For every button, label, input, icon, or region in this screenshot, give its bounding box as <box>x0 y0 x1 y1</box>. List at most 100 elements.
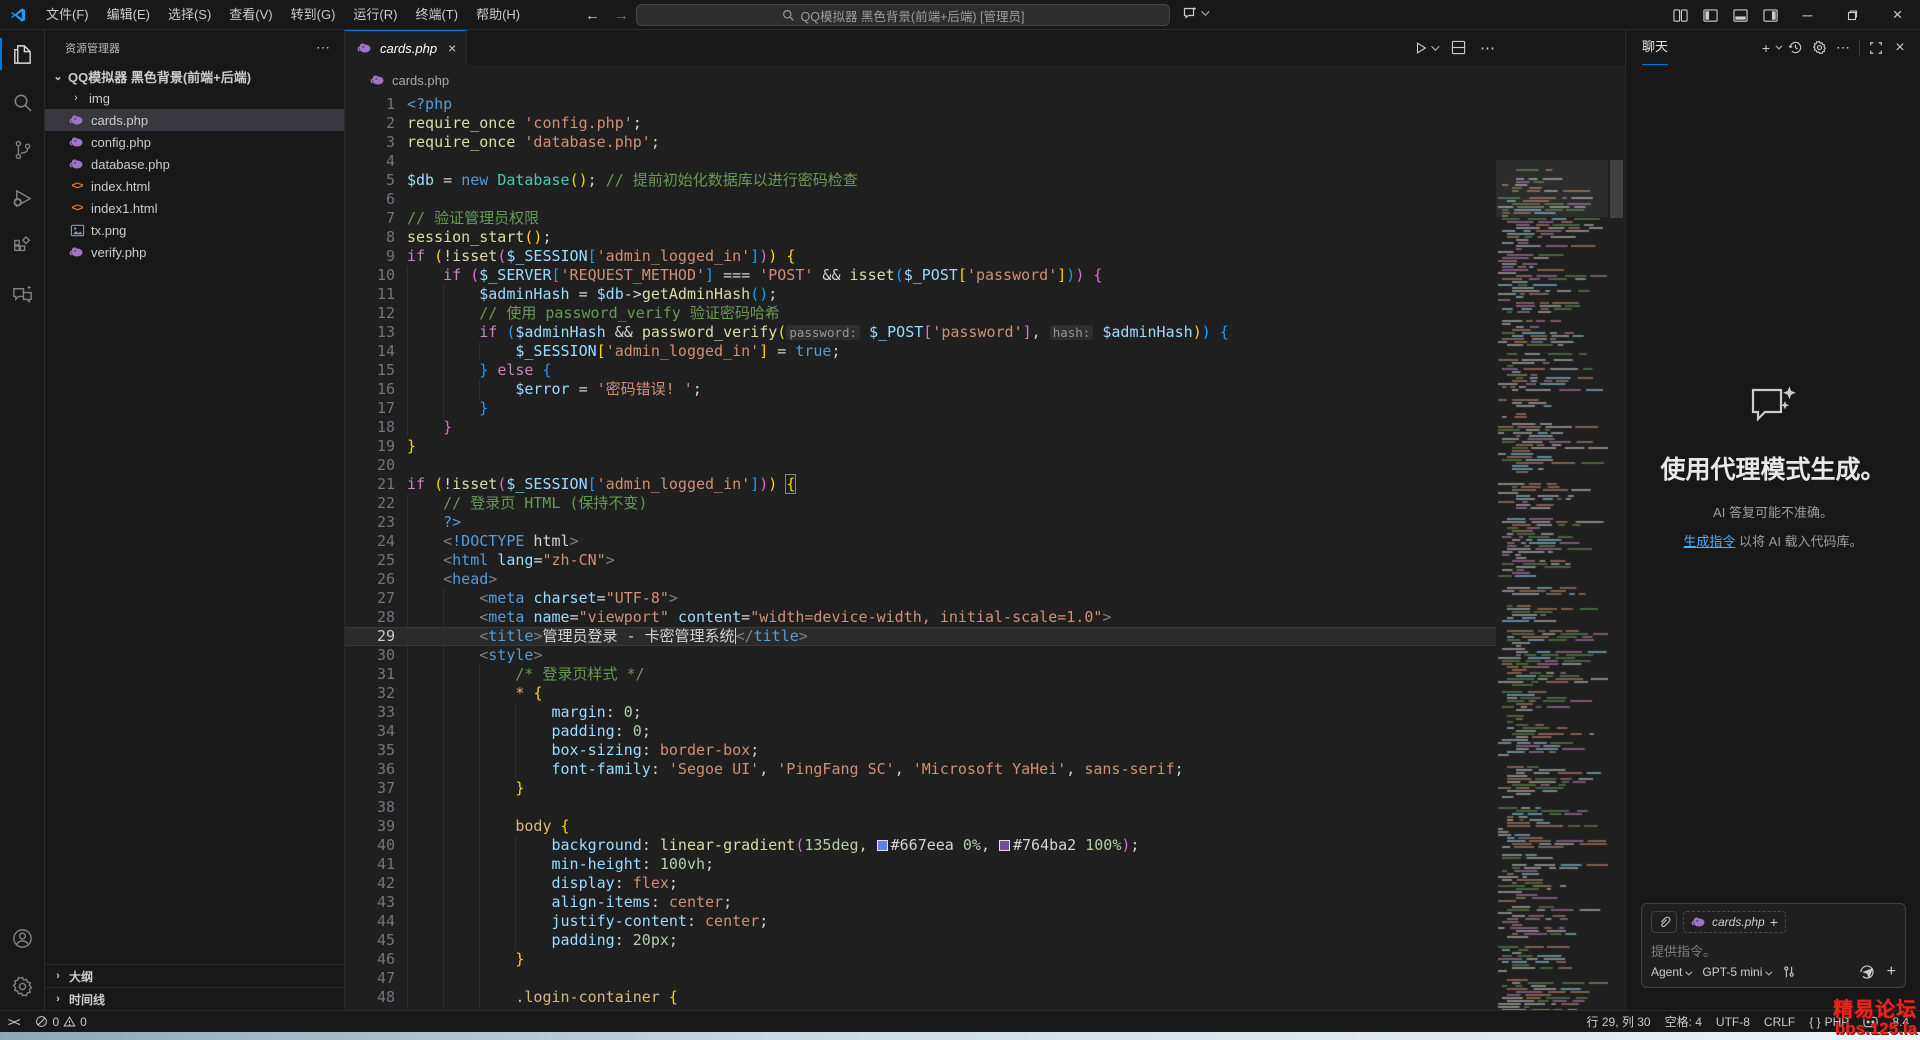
code-line[interactable]: 28 <meta name="viewport" content="width=… <box>345 608 1496 627</box>
accounts-icon[interactable] <box>0 914 45 962</box>
context-chip-cards-php[interactable]: cards.php + <box>1683 911 1786 933</box>
close-window-button[interactable]: × <box>1875 0 1920 30</box>
code-line[interactable]: 18 } <box>345 418 1496 437</box>
search-icon[interactable] <box>0 78 45 126</box>
toggle-secondary-sidebar-icon[interactable] <box>1755 0 1785 30</box>
code-line[interactable]: 2require_once 'config.php'; <box>345 114 1496 133</box>
split-editor-icon[interactable] <box>1451 40 1466 55</box>
code-line[interactable]: 19} <box>345 437 1496 456</box>
line-number[interactable]: 41 <box>345 855 395 874</box>
line-number[interactable]: 37 <box>345 779 395 798</box>
code-line[interactable]: 25 <html lang="zh-CN"> <box>345 551 1496 570</box>
file-item-index1-html[interactable]: <>index1.html <box>45 197 344 219</box>
chat-more-icon[interactable]: ⋯ <box>1831 36 1855 60</box>
menu-item[interactable]: 终端(T) <box>406 0 467 30</box>
code-line[interactable]: 41 min-height: 100vh; <box>345 855 1496 874</box>
code-line[interactable]: 44 justify-content: center; <box>345 912 1496 931</box>
editor-scrollbar[interactable] <box>1608 160 1625 1010</box>
code-line[interactable]: 7// 验证管理员权限 <box>345 209 1496 228</box>
line-number[interactable]: 17 <box>345 399 395 418</box>
code-line[interactable]: 32 * { <box>345 684 1496 703</box>
indentation[interactable]: 空格: 4 <box>1658 1011 1709 1033</box>
line-number[interactable]: 6 <box>345 190 395 209</box>
code-line[interactable]: 26 <head> <box>345 570 1496 589</box>
command-center-search[interactable]: QQ模拟器 黑色背景(前端+后端) [管理员] <box>636 4 1170 26</box>
line-number[interactable]: 4 <box>345 152 395 171</box>
line-number[interactable]: 42 <box>345 874 395 893</box>
line-number[interactable]: 11 <box>345 285 395 304</box>
line-number[interactable]: 22 <box>345 494 395 513</box>
toggle-primary-sidebar-icon[interactable] <box>1695 0 1725 30</box>
run-debug-icon[interactable] <box>0 174 45 222</box>
outline-section[interactable]: › 大纲 <box>45 964 344 987</box>
code-line[interactable]: 20 <box>345 456 1496 475</box>
chat-icon[interactable] <box>0 270 45 318</box>
remote-indicator-icon[interactable]: >< <box>0 1011 28 1033</box>
menu-item[interactable]: 编辑(E) <box>98 0 159 30</box>
file-item-config-php[interactable]: config.php <box>45 131 344 153</box>
line-number[interactable]: 13 <box>345 323 395 342</box>
code-line[interactable]: 33 margin: 0; <box>345 703 1496 722</box>
code-line[interactable]: 15 } else { <box>345 361 1496 380</box>
line-number[interactable]: 7 <box>345 209 395 228</box>
send-button[interactable] <box>1859 964 1875 980</box>
code-editor[interactable]: 1<?php2require_once 'config.php';3requir… <box>345 95 1625 1010</box>
code-line[interactable]: 38 <box>345 798 1496 817</box>
breadcrumb[interactable]: cards.php <box>345 65 1625 95</box>
code-line[interactable]: 30 <style> <box>345 646 1496 665</box>
menu-item[interactable]: 帮助(H) <box>467 0 529 30</box>
extensions-icon[interactable] <box>0 222 45 270</box>
run-php-button[interactable] <box>1414 41 1437 55</box>
line-number[interactable]: 24 <box>345 532 395 551</box>
menu-item[interactable]: 文件(F) <box>37 0 98 30</box>
line-number[interactable]: 19 <box>345 437 395 456</box>
chat-settings-gear-icon[interactable] <box>1807 36 1831 60</box>
line-number[interactable]: 10 <box>345 266 395 285</box>
line-number[interactable]: 48 <box>345 988 395 1007</box>
line-number[interactable]: 32 <box>345 684 395 703</box>
copilot-menu-button[interactable] <box>1182 5 1207 21</box>
code-line[interactable]: 45 padding: 20px; <box>345 931 1496 950</box>
line-number[interactable]: 5 <box>345 171 395 190</box>
line-number[interactable]: 28 <box>345 608 395 627</box>
line-number[interactable]: 2 <box>345 114 395 133</box>
editor-more-actions-icon[interactable]: ⋯ <box>1480 39 1495 57</box>
line-number[interactable]: 8 <box>345 228 395 247</box>
code-line[interactable]: 8session_start(); <box>345 228 1496 247</box>
code-line[interactable]: 12 // 使用 password_verify 验证密码哈希 <box>345 304 1496 323</box>
model-picker[interactable]: GPT-5 mini <box>1702 965 1770 979</box>
code-line[interactable]: 31 /* 登录页样式 */ <box>345 665 1496 684</box>
line-number[interactable]: 25 <box>345 551 395 570</box>
code-line[interactable]: 1<?php <box>345 95 1496 114</box>
maximize-panel-icon[interactable] <box>1864 36 1888 60</box>
line-number[interactable]: 29 <box>345 627 395 646</box>
code-line[interactable]: 27 <meta charset="UTF-8"> <box>345 589 1496 608</box>
customize-layout-icon[interactable] <box>1665 0 1695 30</box>
code-line[interactable]: 5$db = new Database(); // 提前初始化数据库以进行密码检… <box>345 171 1496 190</box>
code-line[interactable]: 47 <box>345 969 1496 988</box>
code-line[interactable]: 24 <!DOCTYPE html> <box>345 532 1496 551</box>
tab-close-icon[interactable]: × <box>448 40 456 56</box>
maximize-button[interactable] <box>1830 0 1875 30</box>
menu-item[interactable]: 选择(S) <box>159 0 220 30</box>
mode-picker[interactable]: Agent <box>1651 965 1690 979</box>
line-number[interactable]: 3 <box>345 133 395 152</box>
nav-forward-icon[interactable]: → <box>614 7 629 24</box>
line-number[interactable]: 43 <box>345 893 395 912</box>
menu-item[interactable]: 运行(R) <box>344 0 406 30</box>
add-context-icon[interactable]: + <box>1770 914 1778 930</box>
code-line[interactable]: 29 <title>管理员登录 - 卡密管理系统</title> <box>345 627 1496 646</box>
line-number[interactable]: 1 <box>345 95 395 114</box>
code-line[interactable]: 11 $adminHash = $db->getAdminHash(); <box>345 285 1496 304</box>
line-number[interactable]: 9 <box>345 247 395 266</box>
line-number[interactable]: 21 <box>345 475 395 494</box>
file-item-index-html[interactable]: <>index.html <box>45 175 344 197</box>
line-number[interactable]: 40 <box>345 836 395 855</box>
attach-context-button[interactable] <box>1651 911 1677 933</box>
chat-history-icon[interactable] <box>1783 36 1807 60</box>
file-item-tx-png[interactable]: tx.png <box>45 219 344 241</box>
line-number[interactable]: 39 <box>345 817 395 836</box>
timeline-section[interactable]: › 时间线 <box>45 987 344 1010</box>
line-number[interactable]: 14 <box>345 342 395 361</box>
settings-gear-icon[interactable] <box>0 962 45 1010</box>
